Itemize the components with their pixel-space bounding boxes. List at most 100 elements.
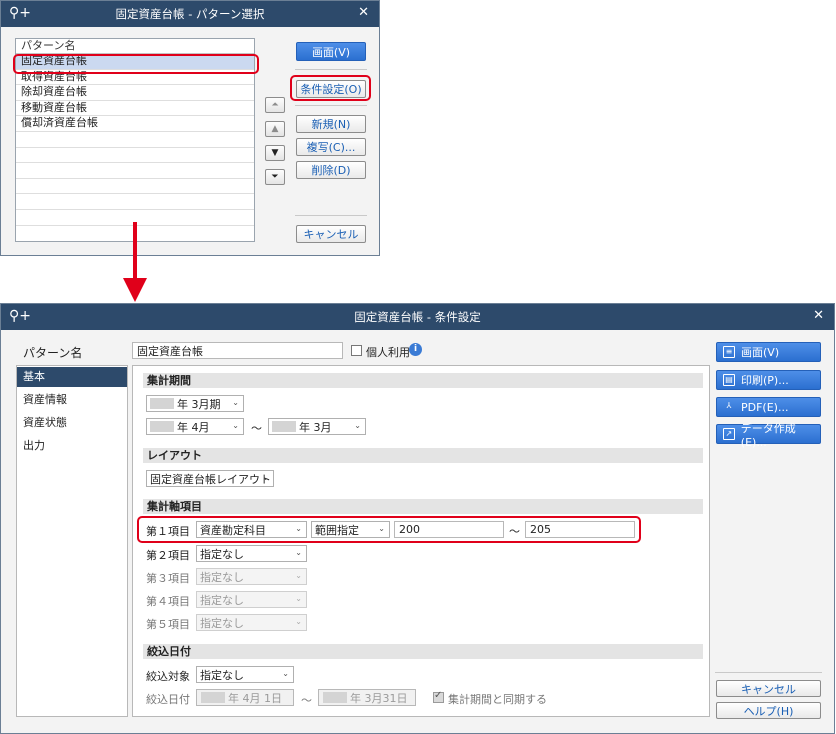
nav-item-output[interactable]: 出力 — [17, 436, 127, 456]
tilde: 〜 — [251, 422, 262, 435]
axis2-item-select[interactable]: 指定なし ⌄ — [196, 545, 307, 562]
delete-button[interactable]: 削除(D) — [296, 161, 366, 179]
data-export-button[interactable]: ↗ データ作成(E)... — [716, 422, 821, 449]
list-item[interactable]: 償却済資産台帳 — [16, 116, 254, 132]
print-button-label: 印刷(P)... — [741, 374, 789, 387]
list-item[interactable] — [16, 179, 254, 195]
section-axis: 集計軸項目 — [143, 499, 703, 514]
cancel-button[interactable]: キャンセル — [716, 680, 821, 697]
tilde: 〜 — [509, 525, 520, 538]
year-suffix: 年 — [177, 397, 188, 411]
list-item[interactable]: 取得資産台帳 — [16, 70, 254, 86]
filter-target-value: 指定なし — [200, 668, 244, 682]
chevron-down-icon: ⌄ — [262, 473, 269, 482]
data-export-button-label: データ作成(E)... — [740, 421, 796, 449]
nav-item-basic[interactable]: 基本 — [17, 367, 127, 387]
list-item[interactable] — [16, 194, 254, 210]
axis5-item-select[interactable]: 指定なし ⌄ — [196, 614, 307, 631]
pdf-button-label: PDF(E)... — [741, 400, 789, 414]
condition-dialog-title: 固定資産台帳 - 条件設定 — [354, 310, 481, 324]
chevron-down-icon: ⌄ — [282, 669, 289, 678]
sync-period-label: 集計期間と同期する — [448, 693, 547, 706]
axis-row-label: 第３項目 — [146, 572, 190, 585]
list-item[interactable]: 除却資産台帳 — [16, 85, 254, 101]
screen-button[interactable]: ≡ 画面(V) — [716, 342, 821, 362]
axis1-to-input[interactable]: 205 — [525, 521, 635, 538]
masked-year — [323, 692, 347, 703]
list-item[interactable] — [16, 132, 254, 148]
close-icon[interactable]: ✕ — [813, 308, 824, 323]
axis4-item-value: 指定なし — [200, 593, 244, 607]
axis3-item-value: 指定なし — [200, 570, 244, 584]
move-up-button[interactable]: ▲ — [265, 121, 285, 137]
info-icon[interactable]: i — [409, 343, 422, 356]
axis3-item-select[interactable]: 指定なし ⌄ — [196, 568, 307, 585]
section-layout: レイアウト — [143, 448, 703, 463]
axis1-from-input[interactable]: 200 — [394, 521, 504, 538]
condition-settings-dialog: ⚲+ 固定資産台帳 - 条件設定 ✕ パターン名 固定資産台帳 個人利用 i 基… — [0, 303, 835, 734]
printer-icon: ▤ — [723, 374, 735, 386]
masked-year — [150, 421, 174, 432]
nav-item-asset-info[interactable]: 資産情報 — [17, 390, 127, 410]
export-icon: ↗ — [723, 428, 735, 440]
print-button[interactable]: ▤ 印刷(P)... — [716, 370, 821, 390]
move-bottom-button[interactable]: ⏷ — [265, 169, 285, 185]
screen-button[interactable]: 画面(V) — [296, 42, 366, 61]
screen-button-label: 画面(V) — [741, 346, 780, 359]
axis2-item-value: 指定なし — [200, 547, 244, 561]
move-top-button[interactable]: ⏶ — [265, 97, 285, 113]
pattern-dialog-titlebar: ⚲+ 固定資産台帳 - パターン選択 ✕ — [1, 1, 379, 27]
filter-target-select[interactable]: 指定なし ⌄ — [196, 666, 294, 683]
axis-row-label: 第１項目 — [146, 525, 190, 538]
divider — [295, 69, 367, 70]
chevron-down-icon: ⌄ — [295, 594, 302, 603]
list-item[interactable] — [16, 148, 254, 164]
period-value: 3月期 — [191, 397, 221, 411]
year-suffix: 年 — [177, 420, 188, 434]
from-month: 4月 — [191, 420, 210, 434]
layout-value: 固定資産台帳レイアウト — [150, 472, 271, 486]
chevron-down-icon: ⌄ — [295, 617, 302, 626]
divider — [295, 215, 367, 216]
list-item[interactable]: 固定資産台帳 — [16, 54, 254, 70]
axis-row-label: 第４項目 — [146, 595, 190, 608]
copy-button[interactable]: 複写(C)... — [296, 138, 366, 156]
year-suffix: 年 — [299, 420, 310, 434]
nav-item-asset-status[interactable]: 資産状態 — [17, 413, 127, 433]
chevron-down-icon: ⌄ — [295, 524, 302, 533]
layout-select[interactable]: 固定資産台帳レイアウト ⌄ — [146, 470, 274, 487]
cancel-button[interactable]: キャンセル — [296, 225, 366, 243]
list-item[interactable] — [16, 163, 254, 179]
sync-period-checkbox[interactable] — [433, 690, 444, 703]
help-button[interactable]: ヘルプ(H) — [716, 702, 821, 719]
divider — [715, 672, 822, 673]
search-plus-icon: ⚲+ — [9, 308, 31, 324]
condition-settings-button[interactable]: 条件設定(O) — [296, 80, 366, 98]
pdf-icon: ⅄ — [726, 401, 732, 410]
period-from-select[interactable]: 年 4月 ⌄ — [146, 418, 244, 435]
axis4-item-select[interactable]: 指定なし ⌄ — [196, 591, 307, 608]
axis-row-label: 第５項目 — [146, 618, 190, 631]
axis1-item-select[interactable]: 資産勘定科目 ⌄ — [196, 521, 307, 538]
list-item[interactable]: 移動資産台帳 — [16, 101, 254, 117]
period-to-select[interactable]: 年 3月 ⌄ — [268, 418, 366, 435]
pdf-button[interactable]: ⅄ PDF(E)... — [716, 397, 821, 417]
pattern-dialog-title: 固定資産台帳 - パターン選択 — [115, 7, 265, 21]
personal-use-checkbox[interactable] — [351, 345, 362, 356]
transition-arrow-icon — [123, 222, 147, 302]
to-month: 3月 — [313, 420, 332, 434]
section-filter-date: 絞込日付 — [143, 644, 703, 659]
filter-from-date[interactable]: 年 4月 1日 — [196, 689, 294, 706]
filter-to-date[interactable]: 年 3月31日 — [318, 689, 416, 706]
close-icon[interactable]: ✕ — [358, 5, 369, 20]
move-down-button[interactable]: ▼ — [265, 145, 285, 161]
pattern-name-label: パターン名 — [23, 346, 83, 360]
fiscal-period-select[interactable]: 年 3月期 ⌄ — [146, 395, 244, 412]
document-icon: ≡ — [723, 346, 735, 358]
pattern-list-header: パターン名 — [16, 39, 254, 54]
axis1-mode-select[interactable]: 範囲指定 ⌄ — [311, 521, 390, 538]
pattern-list[interactable]: パターン名 固定資産台帳 取得資産台帳 除却資産台帳 移動資産台帳 償却済資産台… — [15, 38, 255, 242]
new-button[interactable]: 新規(N) — [296, 115, 366, 133]
pattern-name-input[interactable]: 固定資産台帳 — [132, 342, 343, 359]
to-date-value: 年 3月31日 — [350, 691, 408, 705]
